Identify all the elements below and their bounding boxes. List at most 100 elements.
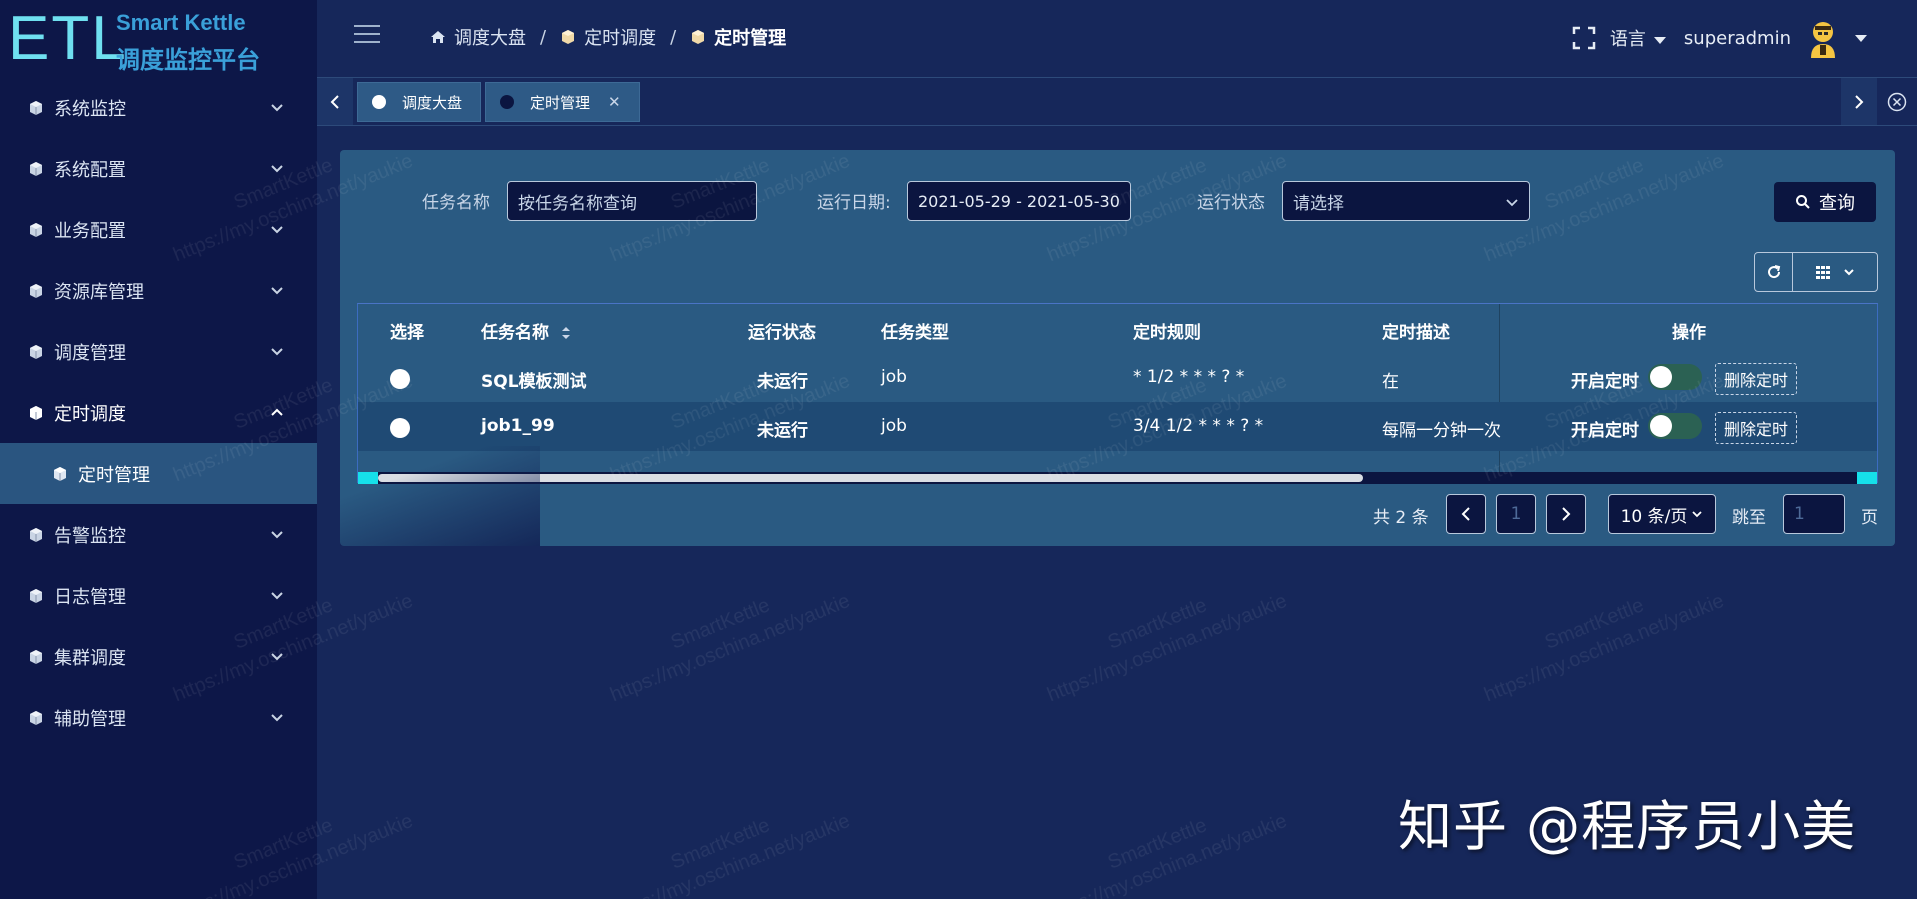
watermark: SmartKettlehttps://my.oschina.net/yaukie [597,564,854,708]
cell-timing-rule: 3/4 1/2 * * * ? * [1133,416,1264,436]
sidebar-item-alarm[interactable]: 告警监控 [0,504,317,565]
sidebar-item-business-config[interactable]: 业务配置 [0,199,317,260]
logo-subtitle: 调度监控平台 [116,46,260,74]
breadcrumb-separator: / [670,26,677,48]
sidebar-subitem-timed-manage[interactable]: 定时管理 [0,443,317,504]
row-select-radio[interactable] [390,418,410,438]
sidebar-item-dispatch[interactable]: 调度管理 [0,321,317,382]
columns-toggle[interactable] [1793,253,1877,291]
tab-dashboard[interactable]: 调度大盘 [357,82,482,122]
tab-label: 定时管理 [530,93,591,112]
tabs-scroll-left-icon[interactable] [317,78,353,125]
watermark: SmartKettlehttps://my.oschina.net/yaukie [1034,784,1291,899]
chevron-down-icon [1506,199,1518,207]
brand-watermark: 知乎 @程序员小美 [1398,795,1857,858]
caret-down-icon[interactable] [1855,34,1867,42]
table-header: 选择 任务名称 运行状态 任务类型 定时规则 定时描述 操作 [358,304,1877,353]
sidebar-item-auxiliary[interactable]: 辅助管理 [0,687,317,748]
task-table: 选择 任务名称 运行状态 任务类型 定时规则 定时描述 操作 SQL模板测试 未… [357,303,1878,484]
breadcrumb-home[interactable]: 调度大盘 [454,24,526,50]
home-icon [430,29,446,45]
header-operations: 操作 [1672,323,1706,343]
row-select-radio[interactable] [390,369,410,389]
sidebar-item-logs[interactable]: 日志管理 [0,565,317,626]
chevron-down-icon [271,653,283,661]
current-page[interactable]: 1 [1496,494,1536,534]
jump-page-input[interactable]: 1 [1783,494,1845,534]
table-row: SQL模板测试 未运行 job * 1/2 * * * ? * 在 开启定时 删… [358,353,1877,402]
header-task-name[interactable]: 任务名称 [481,318,571,343]
sidebar-item-label: 系统配置 [54,159,126,181]
jump-label: 跳至 [1732,508,1766,528]
refresh-icon[interactable] [1755,253,1793,291]
watermark-line: https://my.oschina.net/yaukie [607,809,854,899]
sidebar-item-system-monitor[interactable]: 系统监控 [0,77,317,138]
enable-timer-toggle[interactable] [1648,364,1702,390]
sidebar-item-system-config[interactable]: 系统配置 [0,138,317,199]
tabs-scroll-right-icon[interactable] [1841,78,1877,125]
avatar[interactable] [1805,18,1841,58]
run-status-select[interactable]: 请选择 [1282,181,1530,221]
chevron-down-icon [271,592,283,600]
sidebar-subitem-label: 定时管理 [78,464,150,486]
delete-timer-button[interactable]: 删除定时 [1715,363,1798,395]
sidebar-item-label: 调度管理 [54,342,126,364]
chevron-down-icon [271,348,283,356]
enable-timer-toggle[interactable] [1648,413,1702,439]
tab-timed-manage[interactable]: 定时管理 ✕ [485,82,640,122]
grid-icon [1816,266,1830,279]
tabs-bar: 调度大盘 定时管理 ✕ [317,77,1917,126]
sidebar-item-cluster[interactable]: 集群调度 [0,626,317,687]
sidebar-item-label: 告警监控 [54,525,126,547]
delete-timer-button[interactable]: 删除定时 [1715,412,1798,444]
cube-icon [690,29,706,45]
cube-icon [28,588,44,604]
chevron-down-icon [271,287,283,295]
header-timing-desc: 定时描述 [1382,323,1450,343]
username[interactable]: superadmin [1684,28,1791,49]
fullscreen-icon[interactable] [1572,26,1596,50]
caret-down-icon [1653,36,1666,44]
scrollbar-thumb[interactable] [378,474,1363,482]
breadcrumb-current: 定时管理 [714,28,787,49]
search-button[interactable]: 查询 [1774,182,1876,222]
page-size-value: 10 条/页 [1620,506,1688,527]
breadcrumb-level2[interactable]: 定时调度 [584,24,656,50]
close-all-tabs-icon[interactable] [1877,78,1917,125]
sidebar-item-label: 系统监控 [54,98,126,120]
chevron-down-icon [271,104,283,112]
horizontal-scrollbar[interactable] [358,472,1877,484]
watermark-line: SmartKettle [1541,594,1647,654]
enable-timer-label: 开启定时 [1571,421,1639,441]
cell-task-name: SQL模板测试 [481,372,587,392]
chevron-down-icon [1692,511,1703,518]
chevron-down-icon [271,714,283,722]
chevron-right-icon [1562,507,1571,521]
sidebar-item-timed-dispatch[interactable]: 定时调度 [0,382,317,443]
watermark-line: SmartKettle [667,814,773,874]
tab-close-icon[interactable]: ✕ [608,93,621,111]
watermark-line: SmartKettle [667,594,773,654]
language-selector[interactable]: 语言 [1610,25,1666,51]
search-icon [1796,195,1810,209]
run-status-placeholder: 请选择 [1293,193,1344,214]
tab-label: 调度大盘 [402,93,463,112]
menu-toggle-icon[interactable] [354,25,380,45]
sidebar-item-label: 业务配置 [54,220,126,242]
breadcrumb: 调度大盘 / 定时调度 / 定时管理 [430,24,786,50]
sidebar-item-repository[interactable]: 资源库管理 [0,260,317,321]
watermark-line: https://my.oschina.net/yaukie [1044,809,1291,899]
topbar-right: 语言 superadmin [1572,18,1867,58]
page-size-select[interactable]: 10 条/页 [1608,494,1716,534]
chevron-down-icon [1844,269,1854,276]
run-date-input[interactable]: 2021-05-29 - 2021-05-30 [907,181,1131,221]
prev-page-button[interactable] [1446,494,1486,534]
sidebar-menu: 系统监控 系统配置 业务配置 资源库管理 调度管理 定时调度 定时管理 告警监控… [0,77,317,748]
next-page-button[interactable] [1546,494,1586,534]
tabs: 调度大盘 定时管理 ✕ [357,82,644,122]
watermark-line: https://my.oschina.net/yaukie [1481,589,1728,707]
logo-mark: ETL [8,4,128,73]
task-name-input[interactable]: 按任务名称查询 [507,181,757,221]
watermark: SmartKettlehttps://my.oschina.net/yaukie [1034,564,1291,708]
cube-icon [28,710,44,726]
